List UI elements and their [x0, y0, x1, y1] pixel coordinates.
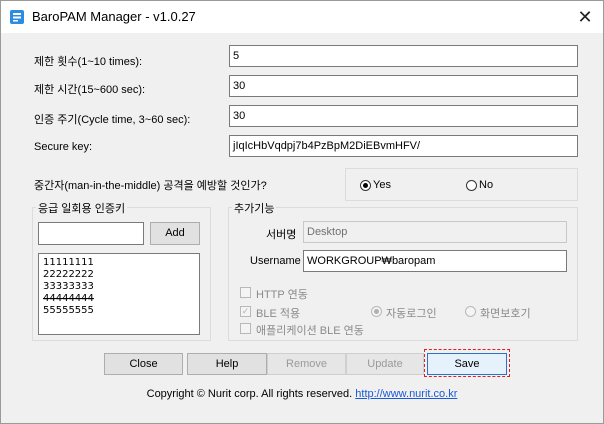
- server-name-input: Desktop: [303, 221, 567, 243]
- secure-key-input[interactable]: jIqIcHbVqdpj7b4PzBpM2DiEBvmHFV/: [229, 135, 578, 157]
- remove-button: Remove: [267, 353, 346, 375]
- screensaver-radio[interactable]: [465, 306, 476, 317]
- mitm-no-radio[interactable]: [466, 180, 477, 191]
- website-link[interactable]: http://www.nurit.co.kr: [355, 388, 457, 400]
- help-button[interactable]: Help: [187, 353, 267, 375]
- emergency-key-input[interactable]: [38, 222, 144, 245]
- cycle-time-label: 인증 주기(Cycle time, 3~60 sec):: [34, 114, 191, 126]
- app-ble-label: 애플리케이션 BLE 연동: [256, 325, 364, 337]
- mitm-yes-label[interactable]: Yes: [373, 179, 391, 191]
- cycle-time-input[interactable]: 30: [229, 105, 578, 127]
- title-bar[interactable]: BaroPAM Manager - v1.0.27 ✕: [1, 1, 603, 33]
- close-button[interactable]: Close: [104, 353, 183, 375]
- screensaver-label: 화면보호기: [480, 308, 531, 320]
- window-title: BaroPAM Manager - v1.0.27: [32, 9, 196, 24]
- add-key-button[interactable]: Add: [150, 222, 200, 245]
- app-ble-checkbox[interactable]: [240, 323, 251, 334]
- limit-time-input[interactable]: 30: [229, 75, 578, 97]
- footer: Copyright © Nurit corp. All rights reser…: [1, 388, 603, 400]
- http-checkbox[interactable]: [240, 287, 251, 298]
- autologin-label: 자동로그인: [386, 308, 437, 320]
- app-icon: [10, 10, 24, 24]
- mitm-no-label[interactable]: No: [479, 179, 493, 191]
- emergency-key-list[interactable]: 11111111 22222222 33333333 44444444 5555…: [38, 253, 200, 335]
- mitm-yes-radio[interactable]: [360, 180, 371, 191]
- secure-key-label: Secure key:: [34, 141, 93, 153]
- list-item[interactable]: 33333333: [43, 281, 195, 293]
- limit-time-label: 제한 시간(15~600 sec):: [34, 84, 146, 96]
- mitm-radio-group: Yes No: [345, 168, 578, 201]
- update-button: Update: [346, 353, 424, 375]
- ble-label: BLE 적용: [256, 308, 301, 320]
- server-name-label: 서버명: [266, 229, 297, 241]
- app-window: BaroPAM Manager - v1.0.27 ✕ 제한 횟수(1~10 t…: [0, 0, 604, 424]
- emergency-key-title: 응급 일회용 인증키: [36, 200, 128, 216]
- list-item[interactable]: 44444444: [43, 293, 195, 305]
- http-label: HTTP 연동: [256, 289, 308, 301]
- autologin-radio[interactable]: [371, 306, 382, 317]
- limit-count-label: 제한 횟수(1~10 times):: [34, 56, 143, 68]
- username-input[interactable]: WORKGROUP₩baropam: [303, 250, 567, 272]
- list-item[interactable]: 22222222: [43, 269, 195, 281]
- extra-features-title: 추가기능: [232, 200, 277, 216]
- list-item[interactable]: 55555555: [43, 305, 195, 317]
- close-window-icon[interactable]: ✕: [571, 5, 599, 29]
- list-item[interactable]: 11111111: [43, 257, 195, 269]
- save-highlight: [424, 349, 510, 377]
- username-label: Username: [250, 255, 301, 267]
- limit-count-input[interactable]: 5: [229, 45, 578, 67]
- copyright-text: Copyright © Nurit corp. All rights reser…: [146, 388, 353, 400]
- ble-checkbox[interactable]: ✓: [240, 306, 251, 317]
- mitm-question: 중간자(man-in-the-middle) 공격을 예방할 것인가?: [34, 180, 267, 192]
